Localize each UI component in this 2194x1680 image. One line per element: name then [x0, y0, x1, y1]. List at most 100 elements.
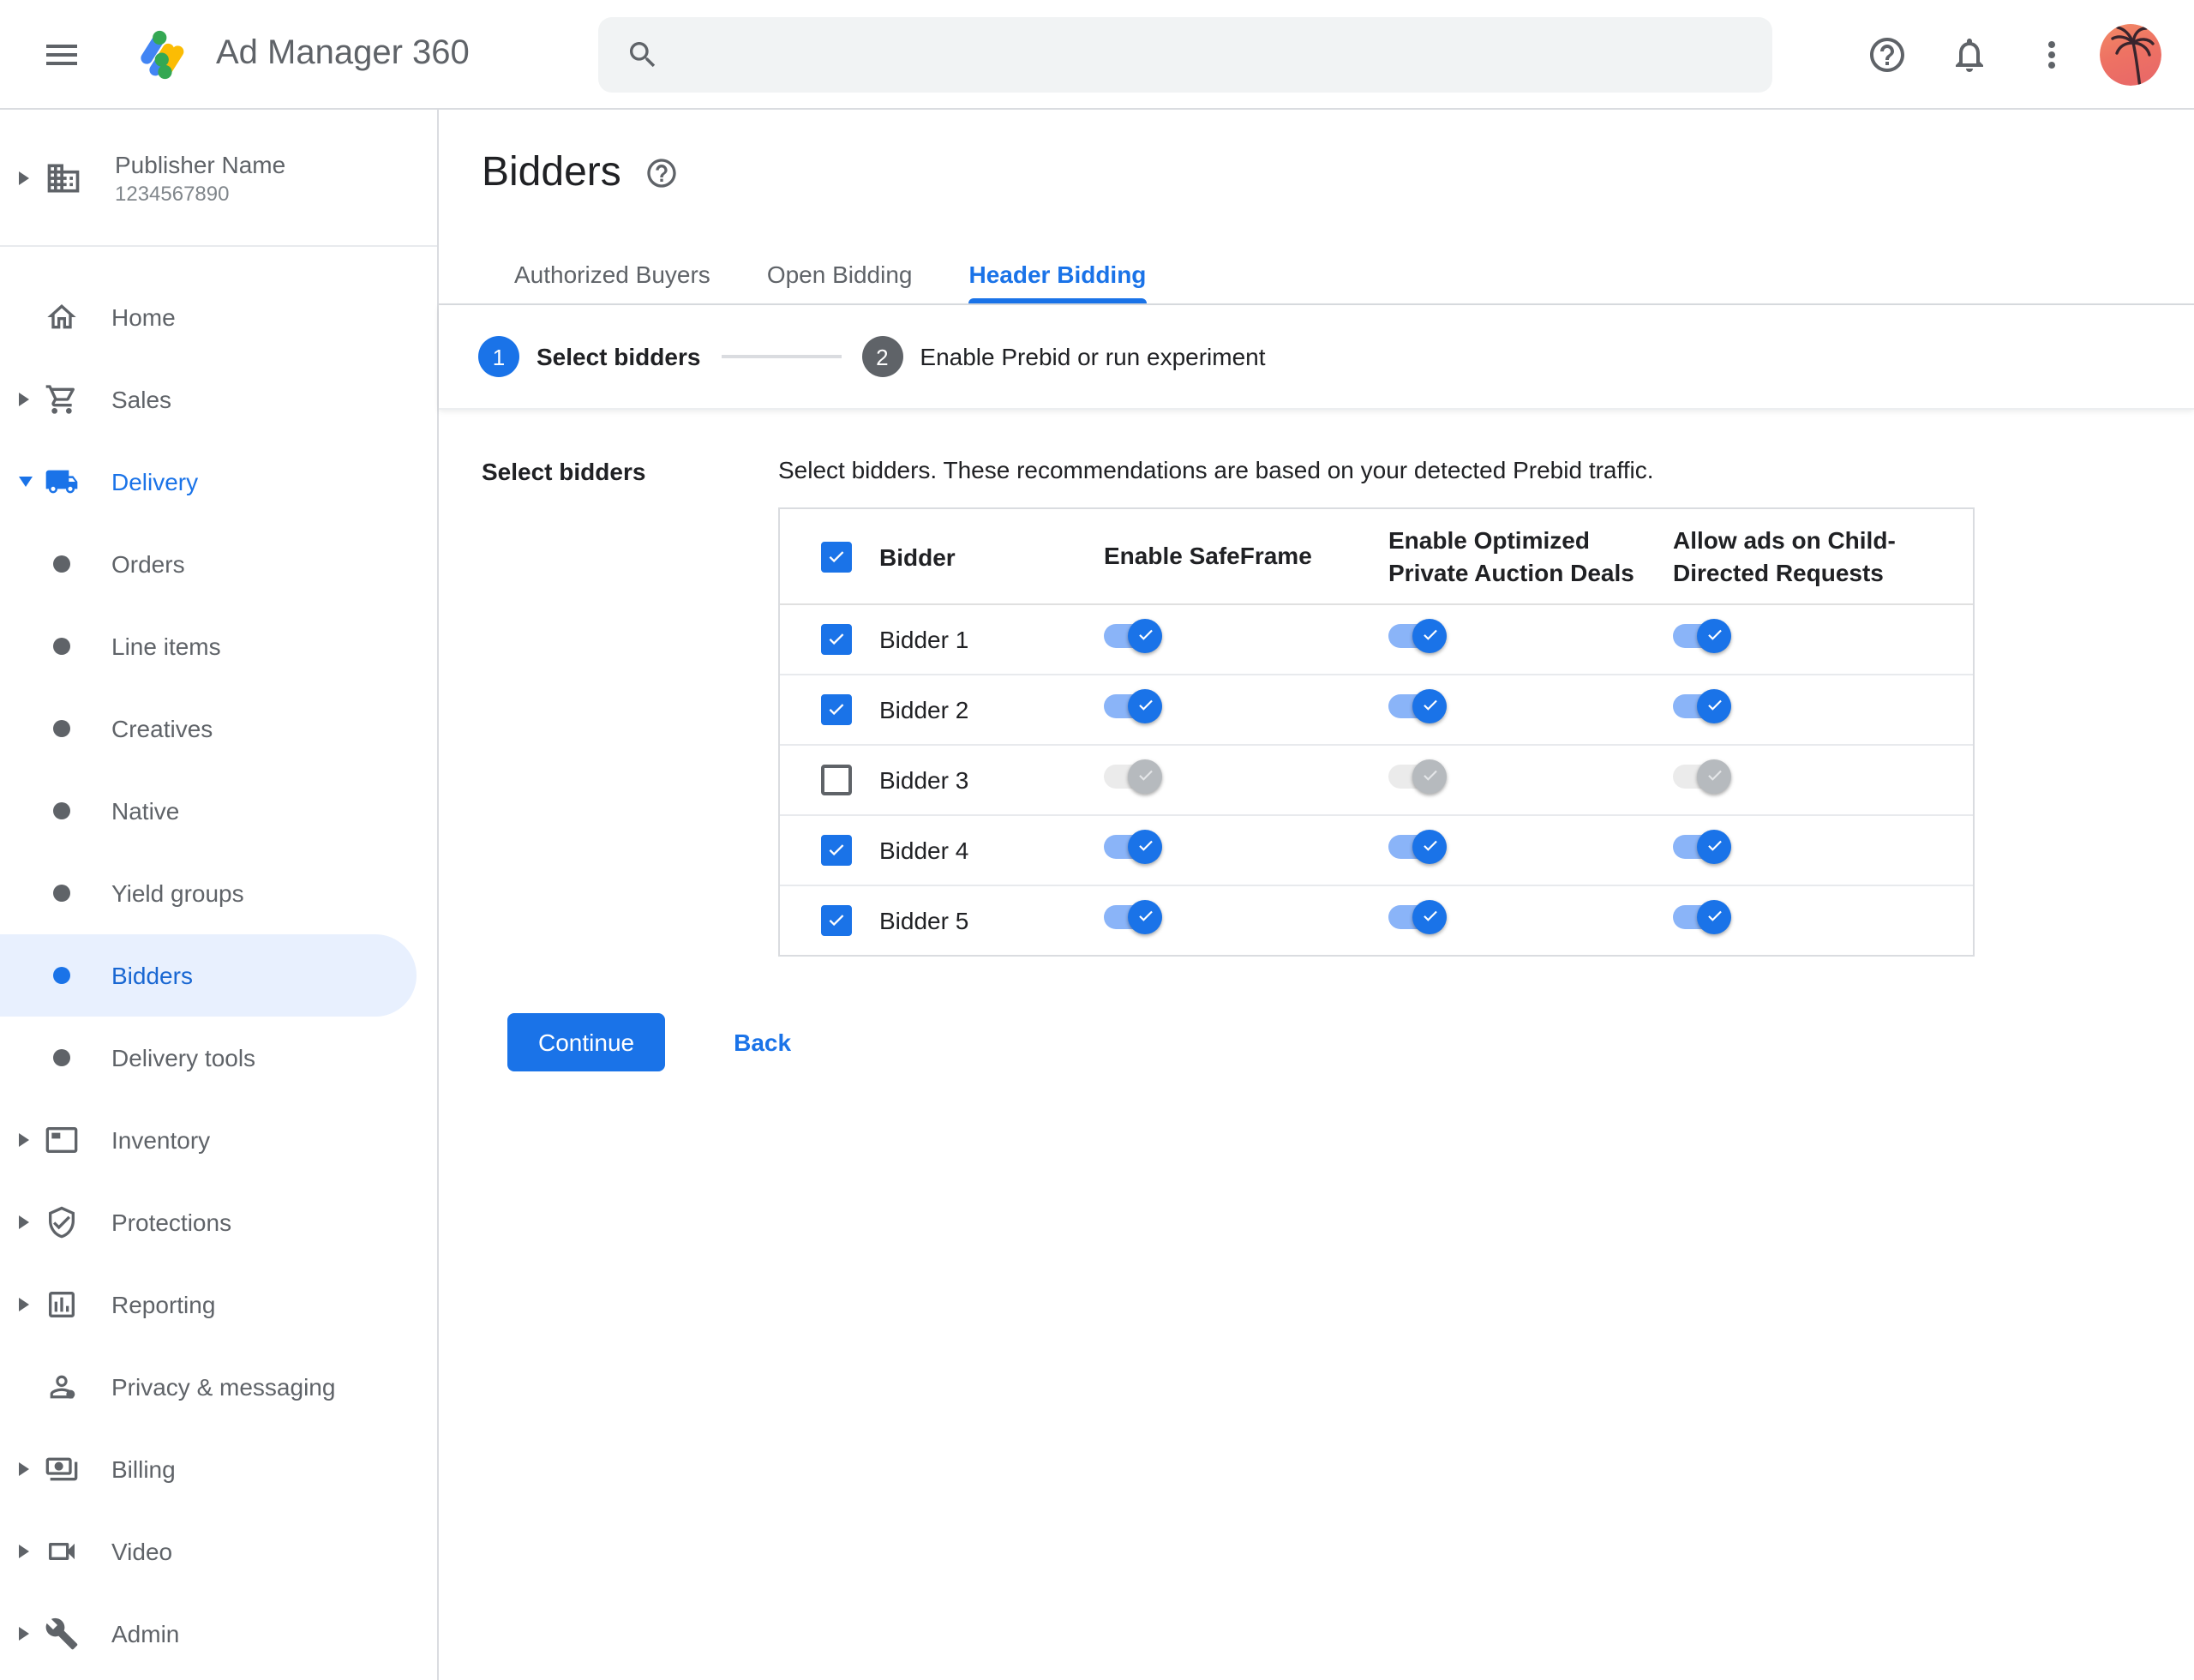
bullet-icon: [45, 1041, 79, 1075]
tab-indicator: [968, 298, 1147, 303]
tab-open-bidding[interactable]: Open Bidding: [767, 261, 913, 303]
section-description: Select bidders. These recommendations ar…: [778, 456, 1654, 483]
step-number-badge: 1: [478, 336, 519, 377]
top-app-bar: Ad Manager 360: [0, 0, 2194, 110]
expand-arrow-icon[interactable]: [19, 171, 45, 184]
expand-arrow-icon[interactable]: [19, 1545, 45, 1558]
menu-icon[interactable]: [41, 33, 82, 75]
table-row-bidder-1: Bidder 1: [780, 605, 1973, 675]
wrench-icon: [45, 1617, 79, 1651]
cart-icon: [45, 382, 79, 417]
home-icon: [45, 300, 79, 334]
child-directed-toggle[interactable]: [1673, 759, 1731, 793]
sidebar-item-admin[interactable]: Admin: [0, 1593, 437, 1675]
sidebar-item-delivery-tools[interactable]: Delivery tools: [0, 1017, 437, 1099]
bidder-name: Bidder 2: [879, 696, 969, 723]
sidebar-item-privacy-messaging[interactable]: Privacy & messaging: [0, 1346, 437, 1428]
building-icon: [45, 159, 82, 196]
tab-header-bidding[interactable]: Header Bidding: [968, 261, 1147, 303]
sidebar-item-orders[interactable]: Orders: [0, 523, 437, 605]
sidebar-item-line-items[interactable]: Line items: [0, 605, 437, 687]
optimized-deals-toggle[interactable]: [1388, 759, 1447, 793]
optimized-deals-toggle[interactable]: [1388, 618, 1447, 652]
app-title: Ad Manager 360: [216, 34, 470, 72]
form-actions: Continue Back: [507, 1013, 2194, 1071]
continue-button[interactable]: Continue: [507, 1013, 666, 1071]
sidebar-item-native[interactable]: Native: [0, 770, 437, 852]
wizard-stepper: 1 Select bidders 2 Enable Prebid or run …: [439, 305, 2194, 410]
page-title: Bidders: [482, 149, 621, 195]
nav-list: Home Sales Delivery Orders Line items Cr…: [0, 276, 437, 1675]
bidder-name: Bidder 3: [879, 766, 969, 794]
sidebar-item-creatives[interactable]: Creatives: [0, 687, 437, 770]
sidebar-item-sales[interactable]: Sales: [0, 358, 437, 441]
notifications-bell-icon[interactable]: [1935, 21, 2004, 89]
optimized-deals-toggle[interactable]: [1388, 899, 1447, 933]
bullet-icon: [45, 629, 79, 663]
search-icon: [626, 38, 660, 72]
sidebar-item-protections[interactable]: Protections: [0, 1181, 437, 1263]
safeframe-toggle[interactable]: [1104, 759, 1162, 793]
sidebar-item-inventory[interactable]: Inventory: [0, 1099, 437, 1181]
search-bar[interactable]: [598, 17, 1772, 93]
tab-bar: Authorized Buyers Open Bidding Header Bi…: [439, 237, 2194, 305]
table-row-bidder-4: Bidder 4: [780, 816, 1973, 886]
row-checkbox[interactable]: [821, 765, 852, 795]
child-directed-toggle[interactable]: [1673, 899, 1731, 933]
main-content: Bidders Authorized Buyers Open Bidding H…: [439, 110, 2194, 1680]
expand-arrow-icon[interactable]: [19, 393, 45, 406]
more-options-icon[interactable]: [2017, 21, 2086, 89]
bidder-name: Bidder 4: [879, 837, 969, 864]
safeframe-toggle[interactable]: [1104, 688, 1162, 723]
page-help-icon[interactable]: [645, 156, 680, 190]
row-checkbox[interactable]: [821, 905, 852, 936]
expand-arrow-icon[interactable]: [19, 1298, 45, 1311]
expand-arrow-icon[interactable]: [19, 1215, 45, 1229]
table-row-bidder-2: Bidder 2: [780, 675, 1973, 746]
safeframe-toggle[interactable]: [1104, 899, 1162, 933]
back-button[interactable]: Back: [734, 1029, 791, 1056]
sidebar-item-bidders[interactable]: Bidders: [0, 934, 417, 1017]
user-avatar[interactable]: [2100, 24, 2161, 86]
collapse-arrow-icon[interactable]: [19, 477, 45, 487]
ad-unit-icon: [45, 1123, 79, 1157]
step-content: Select bidders Select bidders. These rec…: [439, 410, 2194, 1071]
person-badge-icon: [45, 1370, 79, 1404]
row-checkbox[interactable]: [821, 694, 852, 725]
column-header-child-directed: Allow ads on Child-Directed Requests: [1673, 525, 1896, 585]
child-directed-toggle[interactable]: [1673, 829, 1731, 863]
bidder-name: Bidder 1: [879, 626, 969, 653]
bullet-icon: [45, 547, 79, 581]
sidebar-item-reporting[interactable]: Reporting: [0, 1263, 437, 1346]
column-header-safeframe: Enable SafeFrame: [1104, 542, 1312, 569]
help-icon[interactable]: [1853, 21, 1921, 89]
child-directed-toggle[interactable]: [1673, 618, 1731, 652]
child-directed-toggle[interactable]: [1673, 688, 1731, 723]
bullet-icon: [45, 711, 79, 746]
optimized-deals-toggle[interactable]: [1388, 829, 1447, 863]
sidebar-item-video[interactable]: Video: [0, 1510, 437, 1593]
shield-check-icon: [45, 1205, 79, 1239]
expand-arrow-icon[interactable]: [19, 1627, 45, 1641]
sidebar-item-home[interactable]: Home: [0, 276, 437, 358]
sidebar-item-yield-groups[interactable]: Yield groups: [0, 852, 437, 934]
row-checkbox[interactable]: [821, 835, 852, 866]
optimized-deals-toggle[interactable]: [1388, 688, 1447, 723]
sidebar-item-billing[interactable]: Billing: [0, 1428, 437, 1510]
table-row-bidder-3: Bidder 3: [780, 746, 1973, 816]
select-all-checkbox[interactable]: [821, 541, 852, 572]
publisher-name: Publisher Name: [115, 150, 286, 177]
publisher-account-switcher[interactable]: Publisher Name 1234567890: [0, 110, 437, 247]
safeframe-toggle[interactable]: [1104, 618, 1162, 652]
row-checkbox[interactable]: [821, 624, 852, 655]
expand-arrow-icon[interactable]: [19, 1133, 45, 1147]
safeframe-toggle[interactable]: [1104, 829, 1162, 863]
sidebar-item-delivery[interactable]: Delivery: [0, 441, 437, 523]
bullet-icon: [45, 794, 79, 828]
tab-authorized-buyers[interactable]: Authorized Buyers: [514, 261, 710, 303]
bullet-icon: [45, 958, 79, 993]
step-select-bidders: 1 Select bidders: [478, 336, 700, 377]
search-input[interactable]: [687, 39, 1745, 71]
expand-arrow-icon[interactable]: [19, 1462, 45, 1476]
step-enable-prebid: 2 Enable Prebid or run experiment: [861, 336, 1266, 377]
